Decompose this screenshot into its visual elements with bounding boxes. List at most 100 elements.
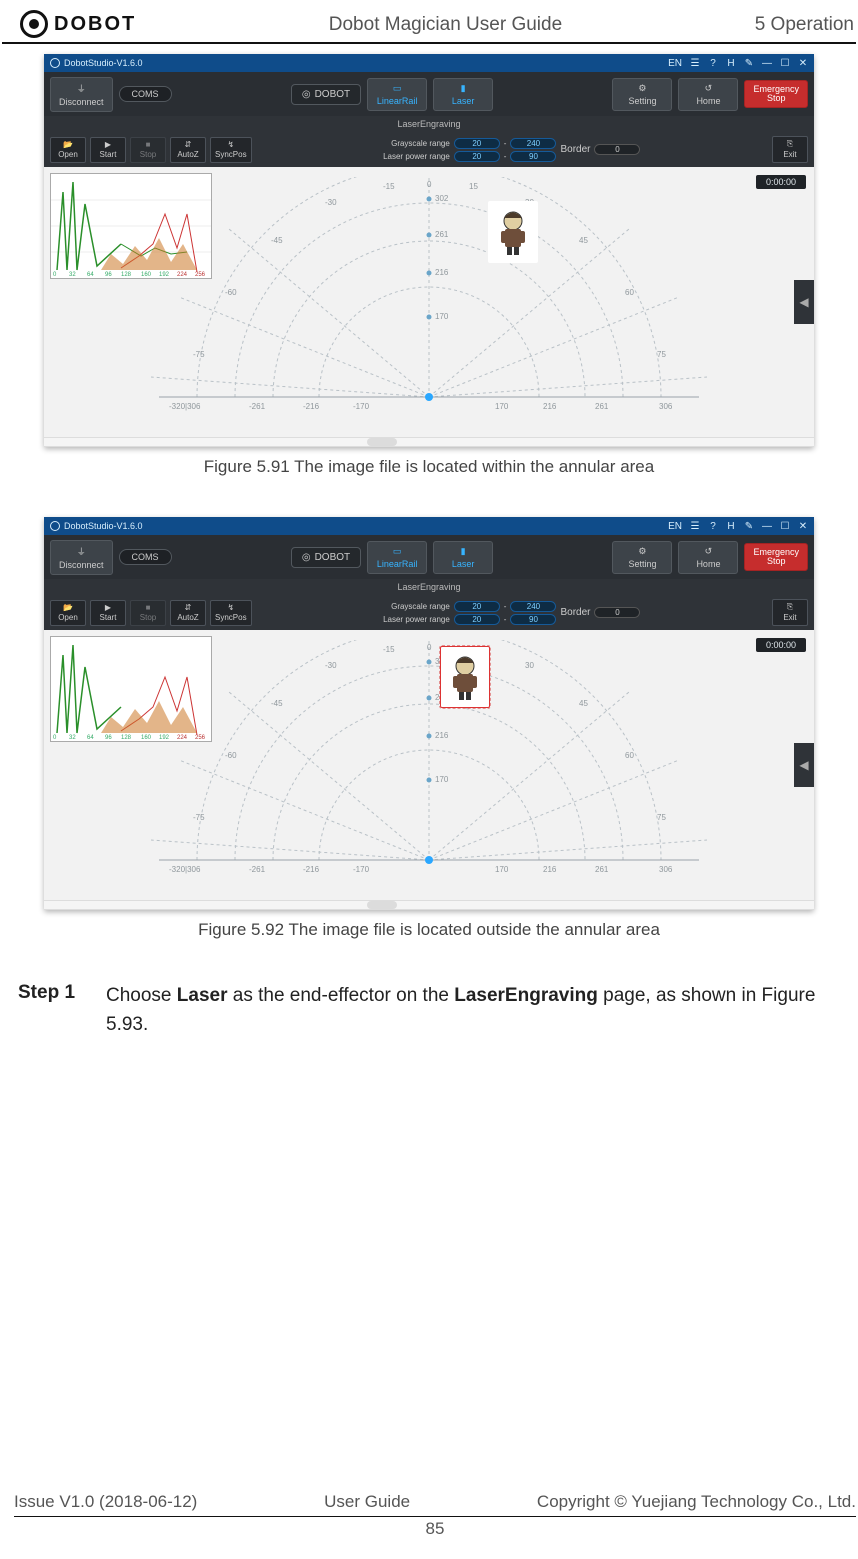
- disconnect-button[interactable]: ⏚Disconnect: [50, 540, 113, 575]
- border-value[interactable]: 0: [594, 144, 640, 155]
- figure-caption-2: Figure 5.92 The image file is located ou…: [44, 920, 814, 940]
- svg-text:261: 261: [595, 865, 609, 874]
- start-button[interactable]: ▶Start: [90, 600, 126, 626]
- svg-text:216: 216: [543, 402, 557, 411]
- tool-laser[interactable]: ▮Laser: [433, 541, 493, 574]
- svg-text:-15: -15: [383, 182, 395, 191]
- figure-5-91: DobotStudio-V1.6.0 EN ☰ ? H ✎ — ☐ ✕: [44, 54, 814, 477]
- com-port-pill[interactable]: COMS: [119, 86, 172, 102]
- svg-text:-15: -15: [383, 645, 395, 654]
- loaded-image-outside[interactable]: [440, 646, 490, 708]
- svg-text:30: 30: [525, 661, 534, 670]
- workspace-canvas-2[interactable]: 0:00:00 ◀ 0326496128160192224256: [44, 630, 814, 900]
- laser-max[interactable]: 90: [510, 151, 556, 162]
- figure-caption-1: Figure 5.91 The image file is located wi…: [44, 457, 814, 477]
- svg-text:-30: -30: [325, 661, 337, 670]
- footer-copyright: Copyright © Yuejiang Technology Co., Ltd…: [537, 1492, 856, 1512]
- workspace-canvas[interactable]: 0:00:00 ◀ 0 32 64 9: [44, 167, 814, 437]
- loaded-image-inside[interactable]: [488, 201, 538, 263]
- edit-icon[interactable]: ✎: [744, 58, 754, 69]
- laser-max[interactable]: 90: [510, 614, 556, 625]
- border-control: Border 0: [560, 144, 640, 155]
- grayscale-max[interactable]: 240: [510, 138, 556, 149]
- svg-text:45: 45: [579, 236, 588, 245]
- brand-icon: ◎: [302, 89, 311, 100]
- close-icon[interactable]: ✕: [798, 58, 808, 69]
- disconnect-button[interactable]: ⏚ Disconnect: [50, 77, 113, 112]
- maximize-icon[interactable]: ☐: [780, 521, 790, 532]
- autoz-button[interactable]: ⇵AutoZ: [170, 137, 206, 163]
- h-icon[interactable]: H: [726, 58, 736, 69]
- svg-text:261: 261: [595, 402, 609, 411]
- lang-toggle[interactable]: EN: [668, 58, 682, 69]
- open-button[interactable]: 📂Open: [50, 600, 86, 626]
- start-button[interactable]: ▶Start: [90, 137, 126, 163]
- svg-text:-170: -170: [353, 865, 370, 874]
- elapsed-timer: 0:00:00: [756, 638, 806, 652]
- setting-button[interactable]: ⚙Setting: [612, 541, 672, 574]
- grayscale-range-label: Grayscale range: [391, 139, 450, 148]
- edit-icon[interactable]: ✎: [744, 521, 754, 532]
- svg-text:170: 170: [435, 312, 449, 321]
- svg-text:128: 128: [121, 735, 132, 741]
- svg-text:-216: -216: [303, 402, 320, 411]
- syncpos-button[interactable]: ↯SyncPos: [210, 600, 252, 626]
- svg-text:216: 216: [435, 731, 449, 740]
- svg-text:-45: -45: [271, 699, 283, 708]
- com-port-pill[interactable]: COMS: [119, 549, 172, 565]
- emergency-stop-button[interactable]: Emergency Stop: [744, 80, 808, 108]
- horizontal-scrollbar[interactable]: [44, 900, 814, 910]
- tool-linearrail[interactable]: ▭ LinearRail: [367, 78, 427, 111]
- chapter-label: 5 Operation: [755, 10, 856, 36]
- open-button[interactable]: 📂Open: [50, 137, 86, 163]
- dobot-studio-window-2: DobotStudio-V1.6.0 EN ☰ ? H ✎ — ☐ ✕ ⏚Dis…: [44, 517, 814, 910]
- side-panel-toggle[interactable]: ◀: [794, 280, 814, 324]
- home-button[interactable]: ↺ Home: [678, 78, 738, 111]
- svg-text:75: 75: [657, 813, 666, 822]
- doc-title: Dobot Magician User Guide: [329, 10, 562, 36]
- autoz-button[interactable]: ⇵AutoZ: [170, 600, 206, 626]
- emergency-stop-button[interactable]: Emergency Stop: [744, 543, 808, 571]
- figure-5-92: DobotStudio-V1.6.0 EN ☰ ? H ✎ — ☐ ✕ ⏚Dis…: [44, 517, 814, 940]
- svg-text:128: 128: [121, 272, 132, 278]
- h-icon[interactable]: H: [726, 521, 736, 532]
- linearrail-icon: ▭: [393, 83, 402, 94]
- grayscale-min[interactable]: 20: [454, 138, 500, 149]
- exit-button[interactable]: ⎘Exit: [772, 136, 808, 163]
- stop-button[interactable]: ■Stop: [130, 137, 166, 163]
- laser-icon: ▮: [461, 546, 466, 557]
- page-header: DOBOT Dobot Magician User Guide 5 Operat…: [2, 10, 856, 44]
- laser-min[interactable]: 20: [454, 614, 500, 625]
- side-panel-toggle[interactable]: ◀: [794, 743, 814, 787]
- minimize-icon[interactable]: —: [762, 521, 772, 532]
- svg-text:96: 96: [105, 272, 112, 278]
- stop-button[interactable]: ■Stop: [130, 600, 166, 626]
- tool-linearrail[interactable]: ▭LinearRail: [367, 541, 427, 574]
- tool-laser[interactable]: ▮ Laser: [433, 78, 493, 111]
- exit-button[interactable]: ⎘Exit: [772, 599, 808, 626]
- svg-text:-75: -75: [193, 350, 205, 359]
- svg-text:216: 216: [543, 865, 557, 874]
- help-icon[interactable]: ?: [708, 521, 718, 532]
- menu-icon[interactable]: ☰: [690, 58, 700, 69]
- syncpos-button[interactable]: ↯SyncPos: [210, 137, 252, 163]
- horizontal-scrollbar[interactable]: [44, 437, 814, 447]
- maximize-icon[interactable]: ☐: [780, 58, 790, 69]
- top-toolbar: ⏚ Disconnect COMS ◎ DOBOT ▭ LinearRail: [44, 72, 814, 116]
- svg-text:60: 60: [625, 751, 634, 760]
- help-icon[interactable]: ?: [708, 58, 718, 69]
- lang-toggle[interactable]: EN: [668, 521, 682, 532]
- close-icon[interactable]: ✕: [798, 521, 808, 532]
- menu-icon[interactable]: ☰: [690, 521, 700, 532]
- laser-min[interactable]: 20: [454, 151, 500, 162]
- character-icon: [493, 207, 533, 257]
- border-value[interactable]: 0: [594, 607, 640, 618]
- home-button[interactable]: ↺Home: [678, 541, 738, 574]
- minimize-icon[interactable]: —: [762, 58, 772, 69]
- svg-text:-320|306: -320|306: [169, 865, 201, 874]
- svg-text:64: 64: [87, 272, 94, 278]
- svg-text:-216: -216: [303, 865, 320, 874]
- setting-button[interactable]: ⚙ Setting: [612, 78, 672, 111]
- grayscale-min[interactable]: 20: [454, 601, 500, 612]
- grayscale-max[interactable]: 240: [510, 601, 556, 612]
